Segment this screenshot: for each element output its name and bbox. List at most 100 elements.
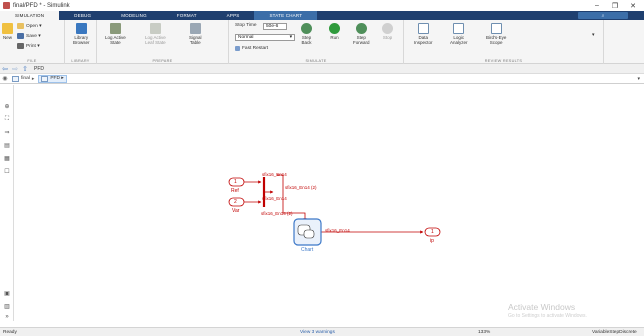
fit-to-view-icon[interactable]: ⛶ bbox=[3, 116, 11, 123]
chart-block-label: Chart bbox=[301, 247, 314, 253]
back-arrow-icon[interactable]: ⇦ bbox=[0, 65, 10, 73]
arrow-right-icon[interactable]: ⇒ bbox=[3, 129, 11, 136]
run-button[interactable]: Run bbox=[329, 23, 340, 40]
log-active-leaf-state-button[interactable]: Log Active Leaf State bbox=[145, 23, 166, 45]
window-title: final/PFD * - Simulink bbox=[13, 2, 70, 9]
step-back-button[interactable]: Step Back bbox=[301, 23, 312, 45]
data-inspector-button[interactable]: Data Inspector bbox=[414, 23, 433, 45]
subsystem-icon bbox=[41, 75, 49, 82]
image-icon[interactable]: ▦ bbox=[3, 155, 11, 162]
zoom-level: 133% bbox=[478, 330, 491, 335]
fast-restart-icon bbox=[235, 46, 240, 51]
log-active-state-button[interactable]: Log Active State bbox=[105, 23, 126, 45]
breadcrumb-item-pfd[interactable]: PFD ▸ bbox=[38, 74, 67, 83]
signal-table-icon bbox=[189, 23, 201, 34]
maximize-button[interactable]: ❐ bbox=[606, 0, 624, 11]
ribbon-toolstrip: New Open ▾ Save ▾ Print ▾ FILE Library B… bbox=[0, 20, 644, 64]
property-inspector-icon[interactable]: ▥ bbox=[3, 303, 11, 310]
library-browser-button[interactable]: Library Browser bbox=[73, 23, 90, 45]
logic-analyzer-icon bbox=[453, 23, 465, 34]
step-forward-button[interactable]: Step Forward bbox=[353, 23, 370, 45]
library-browser-icon bbox=[75, 23, 87, 34]
print-button[interactable]: Print ▾ bbox=[17, 43, 40, 49]
stop-time-label: Stop Time bbox=[235, 23, 257, 28]
review-results-group-label: REVIEW RESULTS bbox=[484, 59, 523, 63]
stop-time-input[interactable]: 50e-6 bbox=[263, 23, 287, 30]
signal-label-bottom: sfix16_En14 bbox=[262, 196, 287, 201]
open-button[interactable]: Open ▾ bbox=[17, 23, 42, 29]
status-bar: Ready View 3 warnings 133% VariableStepD… bbox=[0, 327, 644, 336]
model-browser-toggle-icon[interactable]: ◉ bbox=[0, 75, 10, 82]
folder-icon bbox=[17, 23, 24, 29]
annotation-icon[interactable]: ▤ bbox=[3, 142, 11, 149]
model-canvas[interactable]: 1 Ref 2 Var sfix16_En14 sfix16_En14 (2) … bbox=[15, 85, 644, 321]
inport-2-label: Var bbox=[232, 208, 240, 214]
data-inspector-icon bbox=[417, 23, 429, 34]
printer-icon bbox=[17, 43, 24, 49]
block-diagram bbox=[228, 174, 441, 246]
logic-analyzer-button[interactable]: Logic Analyzer bbox=[450, 23, 468, 45]
tab-state-chart[interactable]: STATE CHART bbox=[254, 11, 318, 20]
simulate-group-label: SIMULATE bbox=[305, 59, 327, 63]
library-group-label: LIBRARY bbox=[71, 59, 90, 63]
forward-arrow-icon[interactable]: ⇨ bbox=[10, 65, 20, 73]
play-icon bbox=[329, 23, 340, 34]
expand-palette-icon[interactable]: » bbox=[3, 313, 11, 320]
save-icon bbox=[17, 33, 24, 39]
inport-1-label: Ref bbox=[231, 188, 239, 194]
signal-label-bus: sfix16_En14 (2) bbox=[285, 185, 317, 190]
tab-simulation[interactable]: SIMULATION bbox=[0, 11, 60, 20]
ribbon-tabs: SIMULATION DEBUG MODELING FORMAT APPS ST… bbox=[0, 11, 644, 20]
outport-1-label: ip bbox=[430, 238, 434, 244]
view-warnings-link[interactable]: View 3 warnings bbox=[300, 330, 335, 335]
canvas-palette: ⊕ ⛶ ⇒ ▤ ▦ ☐ ▣ ▥ » bbox=[0, 85, 14, 321]
step-forward-icon bbox=[355, 23, 367, 34]
chevron-down-icon: ▾ bbox=[289, 35, 292, 40]
zoom-icon[interactable]: ⊕ bbox=[3, 103, 11, 110]
simulation-mode-select[interactable]: Normal ▾ bbox=[235, 34, 295, 41]
close-button[interactable]: ✕ bbox=[624, 0, 642, 11]
prepare-group: Log Active State Log Active Leaf State S… bbox=[97, 20, 229, 64]
log-active-state-icon bbox=[109, 23, 121, 34]
prepare-group-label: PREPARE bbox=[152, 59, 173, 63]
activation-watermark-subtitle: Go to Settings to activate Windows. bbox=[508, 313, 587, 319]
signal-table-button[interactable]: Signal Table bbox=[189, 23, 202, 45]
simulate-group: Stop Time 50e-6 Normal ▾ Fast Restart St… bbox=[229, 20, 404, 64]
step-back-icon bbox=[301, 23, 312, 34]
stateflow-substate-icon bbox=[303, 229, 315, 239]
stop-button[interactable]: Stop bbox=[382, 23, 393, 40]
new-model-icon bbox=[2, 23, 13, 34]
model-browser-icon[interactable]: ▣ bbox=[3, 290, 11, 297]
file-group: New Open ▾ Save ▾ Print ▾ FILE bbox=[0, 20, 65, 64]
new-button[interactable]: New bbox=[2, 23, 13, 40]
review-results-group: Data Inspector Logic Analyzer Bird's-Eye… bbox=[404, 20, 604, 64]
birds-eye-scope-icon bbox=[490, 23, 502, 34]
model-name-label: PFD bbox=[34, 65, 44, 72]
breadcrumb: ◉ final ▸ PFD ▸ ▾ bbox=[0, 74, 644, 84]
title-bar: final/PFD * - Simulink – ❐ ✕ bbox=[0, 0, 644, 11]
minimize-button[interactable]: – bbox=[588, 0, 606, 11]
area-icon[interactable]: ☐ bbox=[3, 168, 11, 175]
inport-1-number: 1 bbox=[234, 179, 237, 185]
breadcrumb-dropdown-icon[interactable]: ▾ bbox=[637, 76, 640, 82]
inport-2-number: 2 bbox=[234, 199, 237, 205]
solver-name: VariableStepDiscrete bbox=[592, 330, 637, 335]
signal-label-output: sfix16_En14 bbox=[325, 228, 350, 233]
navigation-bar: ⇦ ⇨ ⇧ PFD bbox=[0, 64, 644, 74]
up-arrow-icon[interactable]: ⇧ bbox=[20, 65, 30, 73]
tab-format[interactable]: FORMAT bbox=[162, 11, 212, 20]
review-more-dropdown[interactable]: ▾ bbox=[592, 33, 594, 38]
file-group-label: FILE bbox=[27, 59, 37, 63]
breadcrumb-item-final[interactable]: final bbox=[12, 75, 30, 82]
tab-debug[interactable]: DEBUG bbox=[59, 11, 106, 20]
model-icon bbox=[12, 75, 19, 82]
save-button[interactable]: Save ▾ bbox=[17, 33, 41, 39]
tab-apps[interactable]: APPS bbox=[212, 11, 255, 20]
library-group: Library Browser LIBRARY bbox=[65, 20, 97, 64]
search-documentation-box[interactable]: ⌕ bbox=[578, 12, 628, 19]
tab-modeling[interactable]: MODELING bbox=[106, 11, 162, 20]
fast-restart-button[interactable]: Fast Restart bbox=[235, 46, 268, 51]
status-text: Ready bbox=[3, 330, 17, 335]
birds-eye-scope-button[interactable]: Bird's-Eye Scope bbox=[486, 23, 506, 45]
signal-label-into-chart: sfix16_En14 (2) bbox=[261, 211, 293, 216]
